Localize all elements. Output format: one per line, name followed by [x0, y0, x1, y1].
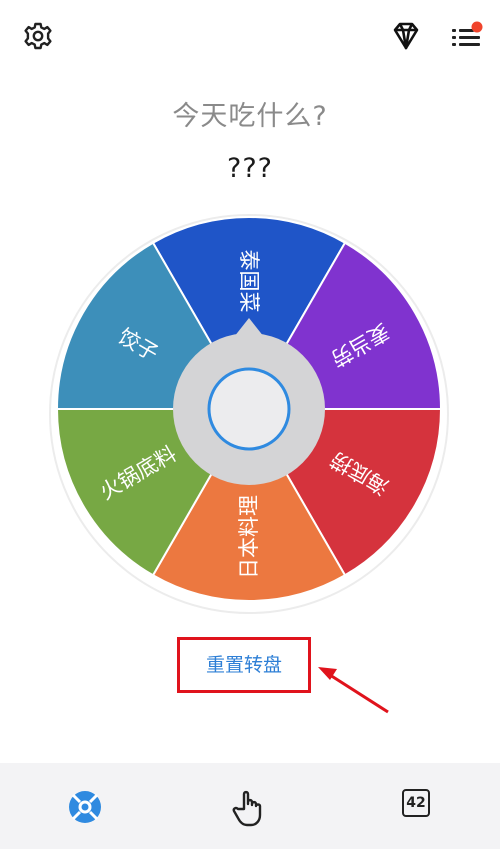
spin-button[interactable] [207, 367, 291, 451]
reset-wheel-button[interactable]: 重置转盘 [177, 650, 311, 677]
counter-icon: 42 [402, 789, 430, 817]
nav-tap-tab[interactable] [224, 783, 272, 831]
nav-count-tab[interactable]: 42 [392, 783, 440, 831]
bottom-nav: 42 [0, 763, 500, 849]
list-icon [452, 21, 483, 46]
decision-wheel[interactable]: 泰国菜麦当劳海底捞日本料理火锅底料饺子 [49, 214, 449, 614]
notification-dot [471, 21, 483, 33]
wheel-segment-label: 泰国菜 [237, 250, 261, 313]
nav-wheel-tab[interactable] [61, 783, 109, 831]
menu-button[interactable] [444, 15, 488, 59]
pointer-hand-icon [232, 790, 262, 827]
question-title: 今天吃什么? [172, 101, 328, 132]
lifebuoy-icon [69, 791, 101, 823]
gear-icon [24, 22, 52, 50]
premium-button[interactable] [386, 17, 426, 57]
result-text: ??? [227, 153, 273, 184]
wheel-segment-label: 日本料理 [237, 495, 261, 579]
diamond-icon [393, 22, 419, 50]
settings-button[interactable] [18, 16, 58, 56]
